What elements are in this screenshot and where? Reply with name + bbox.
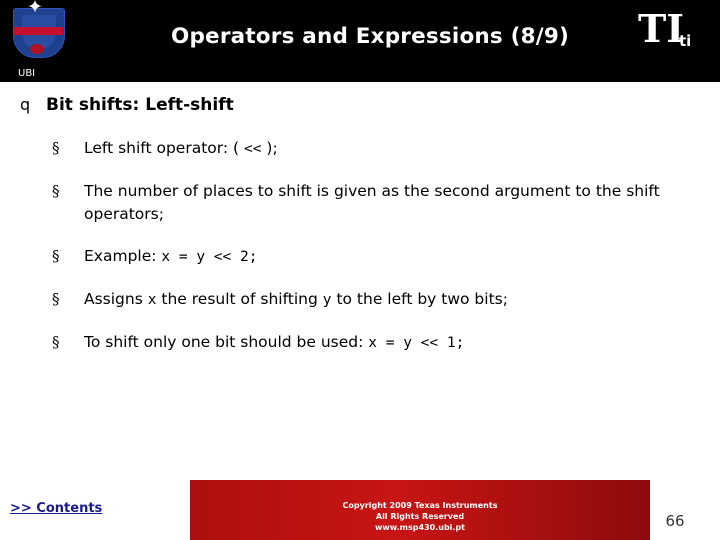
code-span: x = y << 1; [368, 335, 465, 351]
copyright-block: Copyright 2009 Texas Instruments All Rig… [240, 500, 600, 533]
text-span: to the left by two bits; [331, 290, 508, 308]
bullet-item: § Left shift operator: ( << ); [52, 137, 692, 161]
bullet-text: Assigns x the result of shifting y to th… [84, 288, 508, 312]
crest-band-shape [13, 27, 63, 35]
bullet-marker-icon: § [52, 247, 60, 265]
code-span: x = y << 2; [161, 249, 258, 265]
text-span: ); [261, 139, 278, 157]
crest-star-icon: ✦ [27, 0, 43, 18]
section-bullet-icon: q [20, 95, 31, 114]
copyright-line-1: Copyright 2009 Texas Instruments [342, 501, 498, 510]
contents-link[interactable]: >> Contents [10, 501, 102, 516]
ubi-crest-icon: ✦ [8, 0, 70, 62]
bullet-marker-icon: § [52, 139, 60, 157]
text-span: Example: [84, 247, 162, 265]
ti-logo-mark: TI [638, 6, 685, 51]
ti-logo-text: ti [679, 32, 692, 50]
bullet-text: Example: x = y << 2; [84, 245, 257, 269]
text-span: The number of places to shift is given a… [84, 182, 660, 223]
copyright-line-3: www.msp430.ubi.pt [374, 523, 465, 532]
slide-content: q Bit shifts: Left-shift § Left shift ope… [0, 82, 720, 480]
bullet-item: § Assigns x the result of shifting y to t… [52, 288, 692, 312]
bullet-marker-icon: § [52, 333, 60, 351]
slide-header: ✦ UBI Operators and Expressions (8/9) TI… [0, 0, 720, 82]
crest-dot-shape [30, 44, 44, 54]
text-span: Assigns [84, 290, 148, 308]
copyright-line-2: All Rights Reserved [375, 512, 465, 521]
bullet-list: § Left shift operator: ( << ); § The number… [52, 137, 692, 374]
code-span: y [322, 292, 332, 308]
bullet-marker-icon: § [52, 290, 60, 308]
text-span: Left shift operator: ( [84, 139, 244, 157]
footer-right-panel [650, 480, 720, 540]
bullet-text: To shift only one bit should be used: x … [84, 331, 464, 355]
bullet-text: Left shift operator: ( << ); [84, 137, 278, 161]
section-heading-label: Bit shifts: Left-shift [46, 95, 234, 115]
page-number: 66 [665, 512, 685, 530]
page-title: Operators and Expressions (8/9) [170, 24, 570, 49]
bullet-marker-icon: § [52, 182, 60, 200]
ubi-label: UBI [18, 68, 36, 79]
bullet-item: § The number of places to shift is given … [52, 180, 692, 226]
bullet-item: § To shift only one bit should be used: x… [52, 331, 692, 355]
ti-logo: TI ti [638, 6, 708, 62]
text-span: To shift only one bit should be used: [84, 333, 369, 351]
text-span: the result of shifting [156, 290, 323, 308]
bullet-text: The number of places to shift is given a… [84, 180, 692, 226]
code-span: << [244, 141, 262, 157]
bullet-item: § Example: x = y << 2; [52, 245, 692, 269]
section-heading: q Bit shifts: Left-shift [20, 94, 690, 116]
